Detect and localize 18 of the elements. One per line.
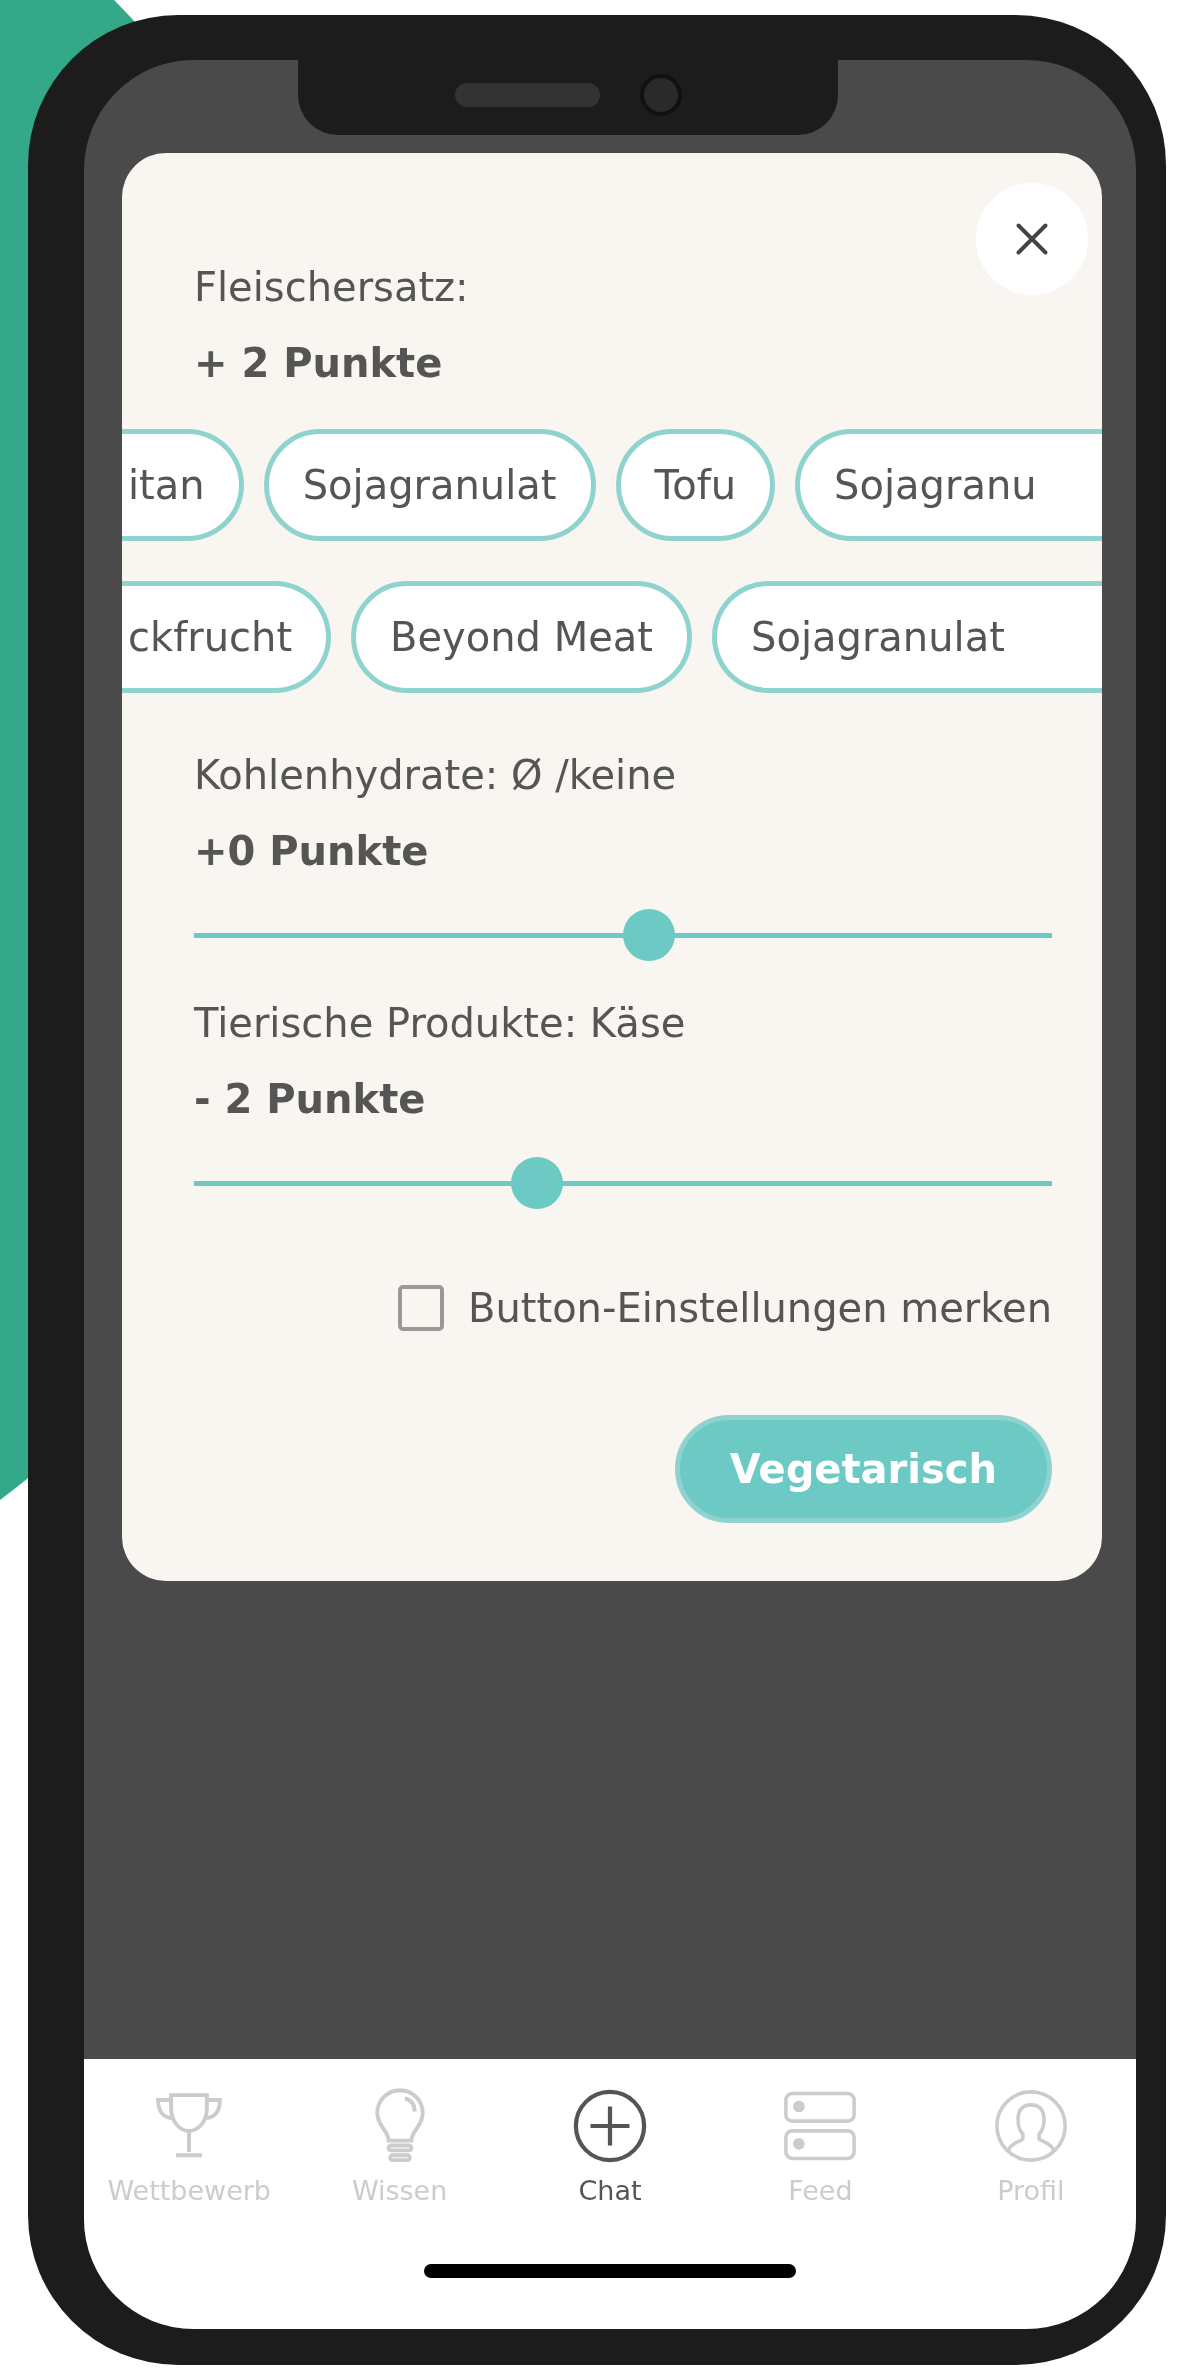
option-chip[interactable]: Sojagranulat [712, 581, 1102, 693]
section-title: Fleischersatz: [194, 263, 470, 312]
points-label: +0 Punkte [194, 827, 430, 876]
option-chip[interactable]: Sojagranu [795, 429, 1102, 541]
points-label: + 2 Punkte [194, 339, 444, 388]
option-chip[interactable]: Beyond Meat [351, 581, 693, 693]
option-chip[interactable]: Tofu [615, 429, 776, 541]
checkbox[interactable] [398, 1285, 444, 1331]
section-title: Tierische Produkte: Käse [194, 999, 687, 1048]
nav-tab[interactable]: Chat [504, 2087, 716, 2206]
option-chip[interactable]: Sojagranulat [263, 429, 596, 541]
plus-circle-icon [571, 2087, 649, 2165]
option-chip[interactable]: itan [122, 429, 244, 541]
checkbox-label: Button-Einstellungen merken [468, 1285, 1052, 1331]
section-title: Kohlenhydrate: Ø /keine [194, 751, 678, 800]
option-chip[interactable]: ckfrucht [122, 581, 332, 693]
close-icon [1014, 221, 1050, 257]
points-label: - 2 Punkte [194, 1075, 427, 1124]
